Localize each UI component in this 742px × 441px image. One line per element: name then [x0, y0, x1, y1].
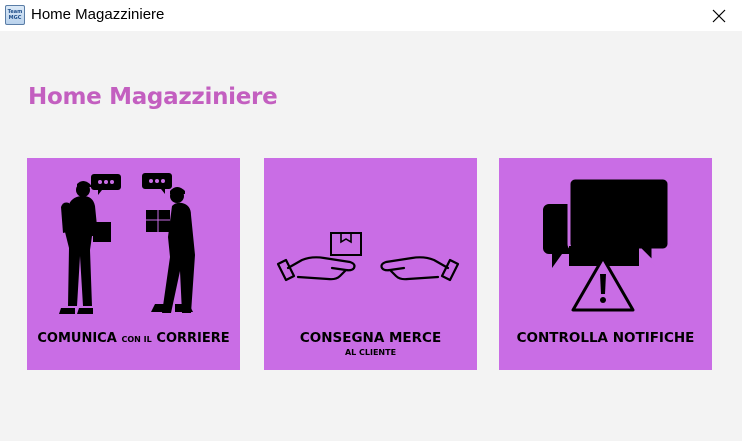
- close-icon: [712, 9, 726, 22]
- page-title: Home Magazziniere: [28, 84, 278, 110]
- comunica-label-part-3: CORRIERE: [156, 331, 230, 346]
- consegna-merce-tile[interactable]: CONSEGNA MERCE AL CLIENTE: [264, 158, 477, 370]
- comunica-corriere-label: COMUNICA CON IL CORRIERE: [27, 330, 240, 346]
- couriers-chat-icon: [59, 173, 195, 314]
- controlla-notifiche-tile[interactable]: CONTROLLA NOTIFICHE: [499, 158, 712, 370]
- consegna-merce-sublabel: AL CLIENTE: [344, 348, 397, 357]
- comunica-corriere-tile[interactable]: COMUNICA CON IL CORRIERE: [27, 158, 240, 370]
- comunica-label-part-1: COMUNICA: [37, 331, 117, 346]
- chat-warning-icon: [543, 176, 671, 312]
- window-title: Home Magazziniere: [31, 6, 165, 23]
- consegna-merce-label: CONSEGNA MERCE: [299, 330, 442, 346]
- controlla-notifiche-label: CONTROLLA NOTIFICHE: [516, 330, 695, 346]
- app-icon: Team MGC: [5, 5, 25, 25]
- app-icon-text-bottom: MGC: [8, 15, 22, 21]
- comunica-label-part-2: CON IL: [121, 335, 152, 344]
- hands-package-icon: [276, 232, 460, 282]
- window-titlebar: Team MGC Home Magazziniere: [0, 0, 742, 31]
- close-button[interactable]: [696, 0, 742, 31]
